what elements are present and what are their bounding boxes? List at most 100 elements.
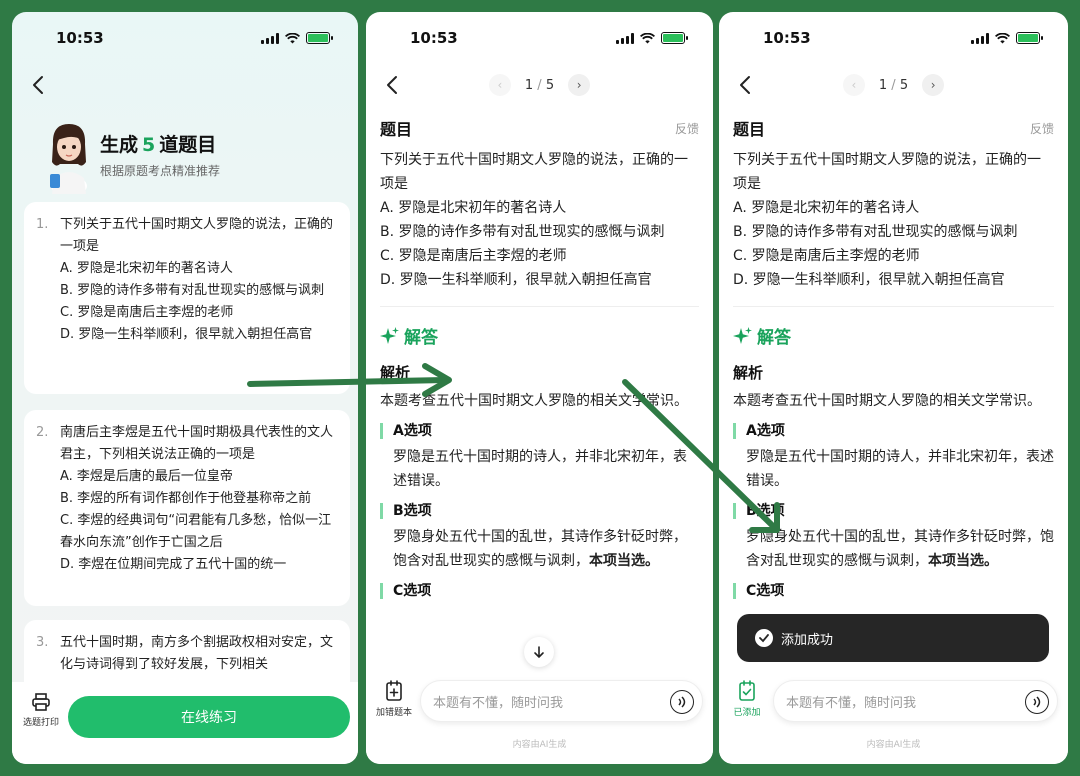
option-b: B. 罗隐的诗作多带有对乱世现实的感慨与讽刺 [733,224,1018,240]
battery-icon [661,32,688,44]
option-d: D. 罗隐一生科举顺利，很早就入朝担任高官 [380,272,652,288]
generate-subtitle: 根据原题考点精准推荐 [100,164,221,178]
bottom-ask-bar: 加错题本 本题有不懂，随时问我 内容由AI生成 [366,674,713,764]
option-c-title: C选项 [380,583,699,599]
feedback-link[interactable]: 反馈 [1030,120,1054,137]
option-c: C. 罗隐是南唐后主李煜的老师 [60,305,234,320]
option-a: A. 罗隐是北宋初年的著名诗人 [380,200,567,216]
page-indicator: 1 / 5 [878,77,909,93]
question-section: 题目 反馈 下列关于五代十国时期文人罗隐的说法，正确的一项是 A. 罗隐是北宋初… [380,116,699,599]
next-page-button[interactable]: › [922,74,945,96]
analysis-intro: 本题考查五代十国时期文人罗隐的相关文学常识。 [380,393,688,409]
question-stem: 五代十国时期，南方多个割据政权相对安定，文化与诗词得到了较好发展，下列相关 [60,635,334,672]
divider [733,306,1054,307]
scroll-down-button[interactable] [524,637,554,667]
question-text: 下列关于五代十国时期文人罗隐的说法，正确的一项是 A. 罗隐是北宋初年的著名诗人… [380,148,699,292]
voice-icon[interactable] [1025,690,1049,714]
added-label: 已添加 [733,708,761,718]
generate-header: 生成 5 道题目 根据原题考点精准推荐 [44,116,344,196]
ai-generated-note: 内容由AI生成 [866,740,921,750]
option-a: A. 李煜是后唐的最后一位皇帝 [60,469,233,484]
added-to-wrongbook-button[interactable]: 已添加 [725,680,769,718]
check-circle-icon [755,629,773,647]
option-a-explanation: 罗隐是五代十国时期的诗人，并非北宋初年，表述错误。 [746,449,1054,489]
question-pager: ‹ 1 / 5 › [719,74,1068,96]
signal-icon [616,32,634,44]
option-b: B. 罗隐的诗作多带有对乱世现实的感慨与讽刺 [60,283,325,298]
sparkle-icon [733,326,752,344]
add-label: 加错题本 [375,708,412,718]
wifi-icon [995,32,1010,43]
option-c-title: C选项 [733,583,1054,599]
option-b-explanation: 罗隐身处五代十国的乱世，其诗作多针砭时弊，饱含对乱世现实的感慨与讽刺，本项当选。 [746,529,1054,569]
battery-icon [306,32,333,44]
question-card-2[interactable]: 2. 南唐后主李煜是五代十国时期极具代表性的文人君主，下列相关说法正确的一项是 … [24,410,350,606]
option-b: B. 罗隐的诗作多带有对乱世现实的感慨与讽刺 [380,224,665,240]
option-a: A. 罗隐是北宋初年的著名诗人 [733,200,920,216]
question-count: 5 [142,134,156,156]
question-stem: 南唐后主李煜是五代十国时期极具代表性的文人君主，下列相关说法正确的一项是 [60,425,334,462]
sparkle-icon [380,326,399,344]
status-bar: 10:53 [12,12,358,64]
answer-heading: 解答 [733,323,1054,348]
online-practice-button[interactable]: 在线练习 [68,696,350,738]
printer-icon [32,693,50,711]
add-notebook-icon [386,680,402,701]
wifi-icon [640,32,655,43]
question-pager: ‹ 1 / 5 › [366,74,713,96]
status-bar: 10:53 [719,12,1068,64]
signal-icon [971,32,989,44]
option-d: D. 李煜在位期间完成了五代十国的统一 [60,557,287,572]
section-title: 题目 [733,120,766,139]
screen-question-detail: 10:53 ‹ 1 / 5 › 题目 反馈 下列关于五代十国时期文人罗隐的说法，… [366,12,713,764]
option-d: D. 罗隐一生科举顺利，很早就入朝担任高官 [60,327,313,342]
option-c: C. 李煜的经典词句“问君能有几多愁，恰似一江春水向东流”创作于亡国之后 [60,513,332,550]
question-stem: 下列关于五代十国时期文人罗隐的说法，正确的一项是 [60,217,334,254]
signal-icon [261,32,279,44]
divider [380,306,699,307]
option-a-title: A选项 [733,423,1054,439]
voice-icon[interactable] [670,690,694,714]
bottom-ask-bar: 已添加 本题有不懂，随时问我 内容由AI生成 [719,674,1068,764]
page-indicator: 1 / 5 [524,77,555,93]
feedback-link[interactable]: 反馈 [675,120,699,137]
screen-generate-questions: 10:53 生成 5 道题目 根据原题考点精准推荐 1. 下列关于五代十国时期文人罗… [12,12,358,764]
option-c: C. 罗隐是南唐后主李煜的老师 [733,248,920,264]
battery-icon [1016,32,1043,44]
option-b: B. 李煜的所有词作都创作于他登基称帝之前 [60,491,312,506]
next-page-button[interactable]: › [568,74,591,96]
option-b-title: B选项 [733,503,1054,519]
prev-page-button[interactable]: ‹ [842,74,865,96]
ai-generated-note: 内容由AI生成 [512,740,567,750]
add-to-wrongbook-button[interactable]: 加错题本 [372,680,416,718]
back-icon[interactable] [28,74,50,96]
wifi-icon [285,32,300,43]
print-selected-button[interactable]: 选题打印 [20,692,62,728]
status-time: 10:53 [763,29,811,47]
option-b-title: B选项 [380,503,699,519]
status-time: 10:53 [56,29,104,47]
teacher-avatar [50,124,87,194]
answer-heading: 解答 [380,323,699,348]
screen-question-added: 10:53 ‹ 1 / 5 › 题目 反馈 下列关于五代十国时期文人罗隐的说法，… [719,12,1068,764]
question-card-1[interactable]: 1. 下列关于五代十国时期文人罗隐的说法，正确的一项是 A. 罗隐是北宋初年的著… [24,202,350,394]
bottom-action-bar: 选题打印 在线练习 [12,682,358,764]
arrow-down-icon [534,646,544,659]
notebook-check-icon [739,680,755,701]
option-a-title: A选项 [380,423,699,439]
toast-text: 添加成功 [781,632,834,648]
ask-input[interactable]: 本题有不懂，随时问我 [773,680,1058,722]
ask-input[interactable]: 本题有不懂，随时问我 [420,680,703,722]
prev-page-button[interactable]: ‹ [488,74,511,96]
option-a: A. 罗隐是北宋初年的著名诗人 [60,261,233,276]
option-d: D. 罗隐一生科举顺利，很早就入朝担任高官 [733,272,1005,288]
analysis-label: 解析 [733,364,764,382]
generate-title: 生成 5 道题目 [100,134,217,156]
option-c: C. 罗隐是南唐后主李煜的老师 [380,248,567,264]
print-label: 选题打印 [22,718,59,728]
analysis-intro: 本题考查五代十国时期文人罗隐的相关文学常识。 [733,393,1041,409]
section-title: 题目 [380,120,413,139]
option-b-explanation: 罗隐身处五代十国的乱世，其诗作多针砭时弊，饱含对乱世现实的感慨与讽刺，本项当选。 [393,529,687,569]
status-bar: 10:53 [366,12,713,64]
question-section: 题目 反馈 下列关于五代十国时期文人罗隐的说法，正确的一项是 A. 罗隐是北宋初… [733,116,1054,599]
